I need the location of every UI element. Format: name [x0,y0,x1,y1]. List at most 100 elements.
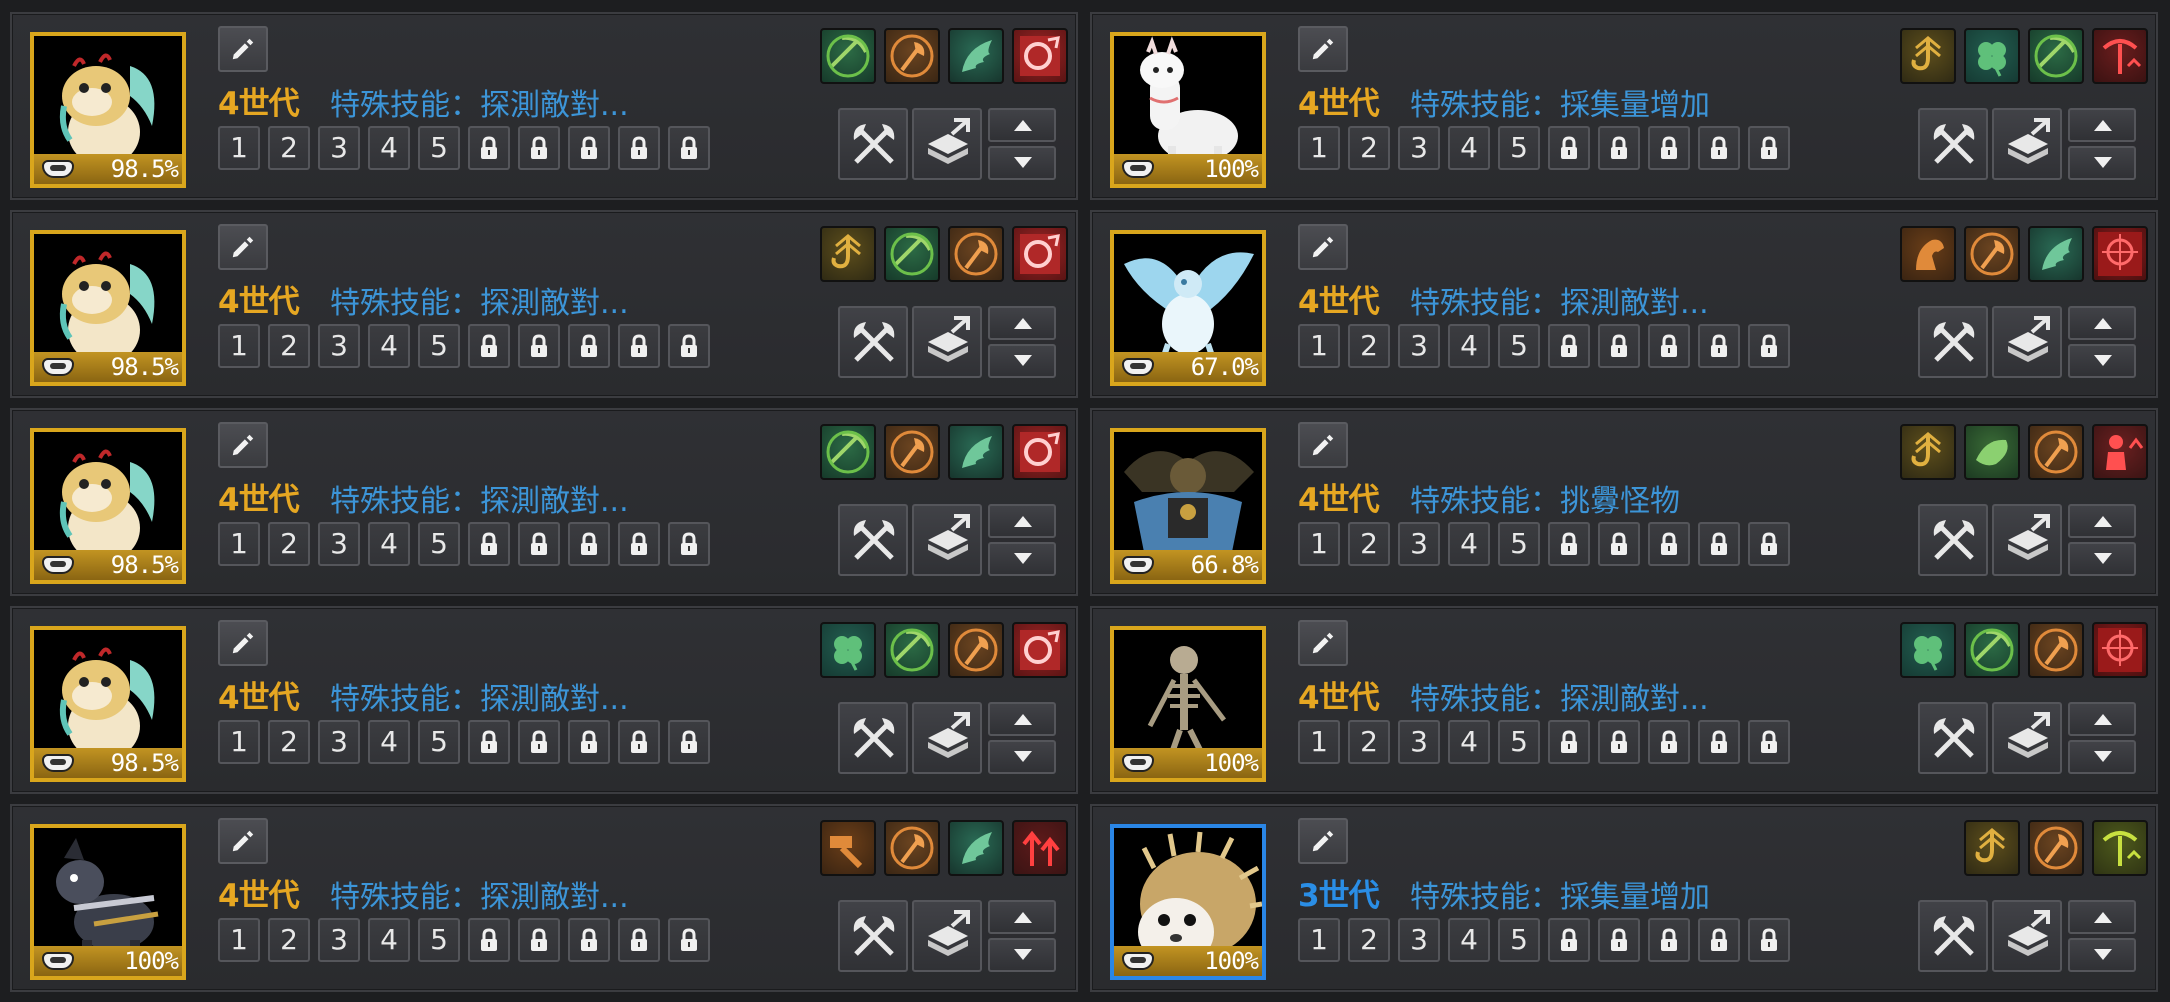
move-up-button[interactable] [988,900,1056,934]
command-slot-5[interactable]: 5 [418,126,460,170]
move-down-button[interactable] [988,938,1056,972]
rename-button[interactable] [1298,620,1348,666]
rename-button[interactable] [1298,26,1348,72]
move-down-button[interactable] [2068,938,2136,972]
move-up-button[interactable] [988,504,1056,538]
release-pet-button[interactable] [1918,108,1988,180]
rename-button[interactable] [218,818,268,864]
command-slot-5[interactable]: 5 [1498,918,1540,962]
command-slot-3[interactable]: 3 [1398,126,1440,170]
command-slot-3[interactable]: 3 [318,918,360,962]
release-pet-button[interactable] [1918,702,1988,774]
command-slot-1[interactable]: 1 [218,918,260,962]
command-slot-1[interactable]: 1 [1298,918,1340,962]
command-slot-4[interactable]: 4 [1448,720,1490,764]
move-up-button[interactable] [2068,504,2136,538]
pet-card[interactable]: 100% 4世代 特殊技能：採集量增加 1 2 3 4 5 [1090,12,2158,200]
move-up-button[interactable] [988,306,1056,340]
command-slot-1[interactable]: 1 [1298,126,1340,170]
command-slot-4[interactable]: 4 [368,522,410,566]
rename-button[interactable] [218,224,268,270]
command-slot-4[interactable]: 4 [1448,918,1490,962]
move-down-button[interactable] [988,740,1056,774]
exchange-pet-button[interactable] [912,108,982,180]
command-slot-3[interactable]: 3 [318,720,360,764]
command-slot-2[interactable]: 2 [1348,522,1390,566]
command-slot-3[interactable]: 3 [1398,918,1440,962]
move-down-button[interactable] [2068,740,2136,774]
command-slot-5[interactable]: 5 [418,918,460,962]
pet-portrait[interactable]: 100% [1110,32,1266,188]
pet-portrait[interactable]: 66.8% [1110,428,1266,584]
command-slot-4[interactable]: 4 [368,720,410,764]
pet-card[interactable]: 100% 3世代 特殊技能：採集量增加 1 2 3 4 5 [1090,804,2158,992]
release-pet-button[interactable] [1918,306,1988,378]
command-slot-5[interactable]: 5 [418,720,460,764]
command-slot-4[interactable]: 4 [368,324,410,368]
command-slot-5[interactable]: 5 [1498,126,1540,170]
release-pet-button[interactable] [838,900,908,972]
move-down-button[interactable] [988,542,1056,576]
command-slot-5[interactable]: 5 [1498,720,1540,764]
command-slot-4[interactable]: 4 [1448,126,1490,170]
command-slot-3[interactable]: 3 [1398,522,1440,566]
command-slot-2[interactable]: 2 [268,918,310,962]
pet-portrait[interactable]: 98.5% [30,428,186,584]
command-slot-3[interactable]: 3 [318,126,360,170]
command-slot-1[interactable]: 1 [1298,324,1340,368]
command-slot-2[interactable]: 2 [1348,918,1390,962]
pet-card[interactable]: 98.5% 4世代 特殊技能：探測敵對... 1 2 3 4 5 [10,12,1078,200]
command-slot-5[interactable]: 5 [418,324,460,368]
pet-portrait[interactable]: 98.5% [30,32,186,188]
rename-button[interactable] [218,26,268,72]
command-slot-2[interactable]: 2 [1348,720,1390,764]
exchange-pet-button[interactable] [912,900,982,972]
rename-button[interactable] [218,620,268,666]
move-up-button[interactable] [2068,108,2136,142]
move-down-button[interactable] [988,344,1056,378]
command-slot-1[interactable]: 1 [218,522,260,566]
move-up-button[interactable] [988,108,1056,142]
pet-portrait[interactable]: 98.5% [30,230,186,386]
command-slot-4[interactable]: 4 [1448,522,1490,566]
pet-card[interactable]: 100% 4世代 特殊技能：探測敵對... 1 2 3 4 5 [10,804,1078,992]
command-slot-4[interactable]: 4 [368,918,410,962]
move-up-button[interactable] [2068,900,2136,934]
command-slot-2[interactable]: 2 [268,324,310,368]
command-slot-1[interactable]: 1 [1298,522,1340,566]
command-slot-1[interactable]: 1 [1298,720,1340,764]
exchange-pet-button[interactable] [912,306,982,378]
command-slot-1[interactable]: 1 [218,324,260,368]
command-slot-2[interactable]: 2 [268,126,310,170]
command-slot-4[interactable]: 4 [368,126,410,170]
exchange-pet-button[interactable] [1992,306,2062,378]
exchange-pet-button[interactable] [1992,702,2062,774]
move-down-button[interactable] [2068,542,2136,576]
move-up-button[interactable] [988,702,1056,736]
command-slot-1[interactable]: 1 [218,720,260,764]
rename-button[interactable] [218,422,268,468]
pet-portrait[interactable]: 98.5% [30,626,186,782]
command-slot-2[interactable]: 2 [1348,126,1390,170]
command-slot-5[interactable]: 5 [418,522,460,566]
command-slot-2[interactable]: 2 [268,720,310,764]
pet-card[interactable]: 98.5% 4世代 特殊技能：探測敵對... 1 2 3 4 5 [10,606,1078,794]
rename-button[interactable] [1298,818,1348,864]
rename-button[interactable] [1298,224,1348,270]
pet-portrait[interactable]: 67.0% [1110,230,1266,386]
pet-portrait[interactable]: 100% [1110,824,1266,980]
command-slot-5[interactable]: 5 [1498,522,1540,566]
pet-card[interactable]: 98.5% 4世代 特殊技能：探測敵對... 1 2 3 4 5 [10,210,1078,398]
command-slot-3[interactable]: 3 [318,522,360,566]
release-pet-button[interactable] [1918,504,1988,576]
command-slot-5[interactable]: 5 [1498,324,1540,368]
move-down-button[interactable] [2068,344,2136,378]
command-slot-3[interactable]: 3 [318,324,360,368]
pet-card[interactable]: 98.5% 4世代 特殊技能：探測敵對... 1 2 3 4 5 [10,408,1078,596]
exchange-pet-button[interactable] [1992,504,2062,576]
exchange-pet-button[interactable] [912,702,982,774]
exchange-pet-button[interactable] [1992,900,2062,972]
pet-card[interactable]: 100% 4世代 特殊技能：探測敵對... 1 2 3 4 5 [1090,606,2158,794]
rename-button[interactable] [1298,422,1348,468]
command-slot-3[interactable]: 3 [1398,324,1440,368]
